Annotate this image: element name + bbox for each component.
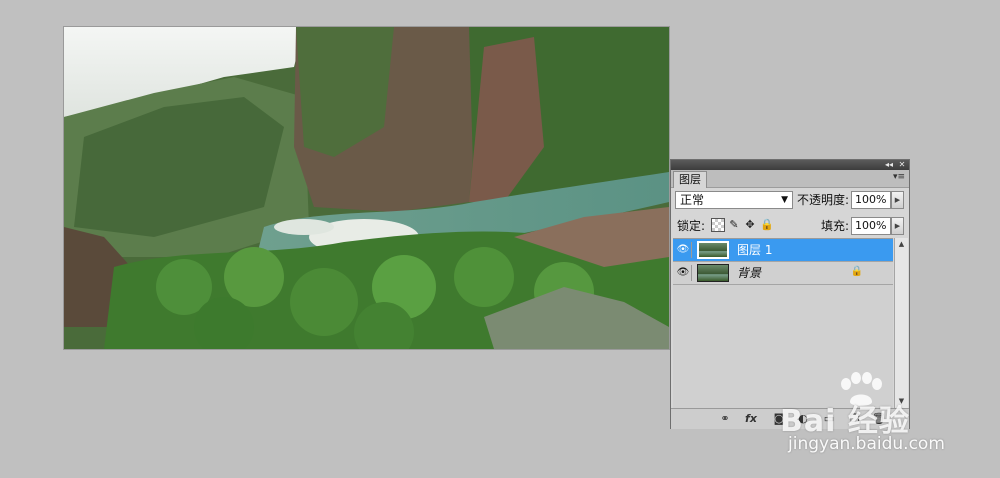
- lock-image-pixels-brush-icon[interactable]: ✎: [727, 218, 741, 232]
- watermark-url: jingyan.baidu.com: [788, 434, 945, 454]
- link-icon[interactable]: ⚭: [717, 411, 733, 427]
- tab-layers[interactable]: 图层: [673, 171, 707, 188]
- close-icon[interactable]: ✕: [896, 160, 908, 170]
- lock-fill-row: 锁定: ✎ ✥ 🔒 填充: 100% ▶: [671, 217, 909, 237]
- visibility-eye-icon[interactable]: 👁: [675, 265, 692, 281]
- lock-transparent-pixels-icon[interactable]: [711, 218, 725, 232]
- layer-lock-icon: 🔒: [850, 266, 863, 277]
- panel-menu-icon[interactable]: ▾≡: [893, 172, 905, 182]
- scroll-up-arrow-icon[interactable]: ▲: [895, 238, 908, 251]
- lock-label: 锁定:: [677, 219, 706, 233]
- collapse-icon[interactable]: ◂◂: [883, 160, 895, 170]
- layer-thumbnail: [697, 241, 729, 259]
- opacity-input[interactable]: 100%: [851, 191, 891, 209]
- opacity-label: 不透明度:: [797, 193, 850, 207]
- fx-icon[interactable]: fx: [743, 411, 759, 427]
- document-canvas[interactable]: [64, 27, 669, 349]
- landscape-photo: [64, 27, 669, 349]
- blend-mode-value: 正常: [680, 193, 705, 207]
- dropdown-arrow-icon: ▼: [781, 195, 788, 205]
- panel-tabbar: 图层 ▾≡: [671, 170, 909, 188]
- fill-input[interactable]: 100%: [851, 217, 891, 235]
- panel-titlebar[interactable]: ◂◂ ✕: [671, 160, 909, 170]
- baidu-jingyan-watermark: Bai 经验 jingyan.baidu.com: [780, 368, 980, 458]
- opacity-slider-arrow-icon[interactable]: ▶: [891, 191, 904, 209]
- layer-row-background[interactable]: 👁 背景 🔒: [673, 262, 893, 285]
- layer-name: 图层 1: [737, 243, 773, 257]
- blend-opacity-row: 正常 ▼ 不透明度: 100% ▶: [671, 191, 909, 211]
- layer-thumbnail: [697, 264, 729, 282]
- visibility-eye-icon[interactable]: 👁: [675, 242, 692, 258]
- fill-slider-arrow-icon[interactable]: ▶: [891, 217, 904, 235]
- fill-label: 填充:: [821, 219, 850, 233]
- lock-all-icon[interactable]: 🔒: [760, 218, 774, 232]
- blend-mode-select[interactable]: 正常 ▼: [675, 191, 793, 209]
- layer-name: 背景: [737, 266, 762, 280]
- lock-position-move-icon[interactable]: ✥: [743, 218, 757, 232]
- layer-row-layer1[interactable]: 👁 图层 1: [673, 239, 893, 262]
